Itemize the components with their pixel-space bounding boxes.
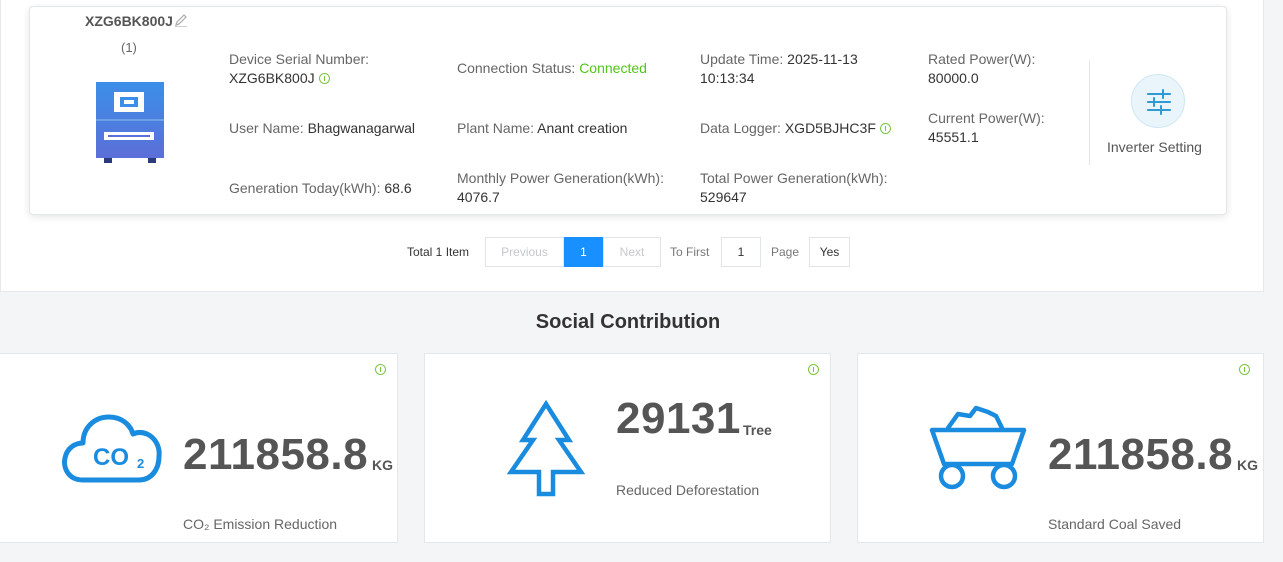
plant-name-label: Plant Name: <box>457 120 535 136</box>
plant-name-field: Plant Name: Anant creation <box>457 119 627 138</box>
reduced-deforestation-label: Reduced Deforestation <box>616 482 760 498</box>
plant-name-value: Anant creation <box>537 120 628 136</box>
current-power-label: Current Power(W): <box>928 110 1045 126</box>
tree-value: 29131 <box>616 394 741 443</box>
svg-text:2: 2 <box>137 456 144 471</box>
monthly-generation-field: Monthly Power Generation(kWh): 4076.7 <box>457 169 664 207</box>
go-page-button[interactable]: Yes <box>809 237 850 267</box>
to-first-label: To First <box>670 245 710 259</box>
inverter-setting-label[interactable]: Inverter Setting <box>1107 139 1202 155</box>
info-icon[interactable] <box>375 364 386 375</box>
monthly-generation-label: Monthly Power Generation(kWh): <box>457 170 664 186</box>
device-count: (1) <box>121 40 137 55</box>
rated-power-value: 80000.0 <box>928 70 979 86</box>
update-time-label: Update Time: <box>700 51 784 67</box>
connection-status-field: Connection Status: Connected <box>457 59 647 78</box>
coal-saved-value: 211858.8 <box>1048 430 1234 479</box>
device-card: XZG6BK800J (1) Device Serial Number: XZG… <box>29 6 1227 215</box>
update-date-value: 2025-11-13 <box>787 51 858 67</box>
current-power-field: Current Power(W): 45551.1 <box>928 109 1045 147</box>
connection-status-label: Connection Status: <box>457 60 576 76</box>
total-generation-label: Total Power Generation(kWh): <box>700 170 888 186</box>
reduced-deforestation-card: 29131 Tree Reduced Deforestation <box>424 353 831 543</box>
divider <box>1089 60 1090 165</box>
page-label: Page <box>771 245 800 259</box>
connection-status-value: Connected <box>579 60 647 76</box>
info-icon[interactable] <box>808 364 819 375</box>
info-icon[interactable] <box>1239 364 1250 375</box>
coal-saved-unit: KG <box>1237 457 1258 473</box>
user-name-field: User Name: Bhagwanagarwal <box>229 119 415 138</box>
info-icon[interactable] <box>879 122 891 134</box>
co2-reduction-unit: KG <box>372 457 393 473</box>
update-time-field: Update Time: 2025-11-13 10:13:34 <box>700 50 858 88</box>
co2-reduction-card: CO 2 211858.8 KG CO₂ Emission Reduction <box>0 353 398 543</box>
coal-saved-label: Standard Coal Saved <box>1048 516 1182 532</box>
rated-power-field: Rated Power(W): 80000.0 <box>928 50 1035 88</box>
generation-today-label: Generation Today(kWh): <box>229 180 381 196</box>
previous-page-button[interactable]: Previous <box>485 237 564 267</box>
generation-today-value: 68.6 <box>384 180 412 196</box>
coal-cart-icon <box>929 405 1027 490</box>
update-time-value: 10:13:34 <box>700 70 755 86</box>
device-title: XZG6BK800J <box>85 13 173 29</box>
inverter-setting-button[interactable] <box>1131 74 1185 128</box>
inverter-device-icon <box>96 82 164 163</box>
current-power-value: 45551.1 <box>928 129 979 145</box>
user-name-label: User Name: <box>229 120 304 136</box>
data-logger-field: Data Logger: XGD5BJHC3F <box>700 119 891 138</box>
page-1-button[interactable]: 1 <box>564 237 603 267</box>
co2-reduction-value: 211858.8 <box>183 430 369 479</box>
device-list-panel: XZG6BK800J (1) Device Serial Number: XZG… <box>0 0 1264 292</box>
tree-unit: Tree <box>743 422 772 438</box>
sliders-icon <box>1147 89 1171 115</box>
next-page-button[interactable]: Next <box>603 237 661 267</box>
info-icon[interactable] <box>318 72 330 84</box>
edit-icon[interactable] <box>173 12 189 28</box>
monthly-generation-value: 4076.7 <box>457 189 500 205</box>
tree-icon <box>507 400 585 497</box>
data-logger-value: XGD5BJHC3F <box>784 120 876 136</box>
serial-number-field: Device Serial Number: XZG6BK800J <box>229 50 369 88</box>
total-generation-value: 529647 <box>700 189 747 205</box>
page-jump-input[interactable] <box>721 237 761 267</box>
data-logger-label: Data Logger: <box>700 120 781 136</box>
co2-reduction-label: CO₂ Emission Reduction <box>183 516 338 532</box>
user-name-value: Bhagwanagarwal <box>307 120 415 136</box>
co2-cloud-icon: CO 2 <box>62 414 162 483</box>
generation-today-field: Generation Today(kWh): 68.6 <box>229 179 412 198</box>
rated-power-label: Rated Power(W): <box>928 51 1036 67</box>
social-contribution-title: Social Contribution <box>535 311 721 333</box>
serial-number-value: XZG6BK800J <box>229 70 315 86</box>
svg-text:CO: CO <box>93 444 129 471</box>
total-generation-field: Total Power Generation(kWh): 529647 <box>700 169 888 207</box>
serial-number-label: Device Serial Number: <box>229 51 370 67</box>
coal-saved-card: 211858.8 KG Standard Coal Saved <box>857 353 1264 543</box>
pagination-total: Total 1 Item <box>407 245 470 259</box>
